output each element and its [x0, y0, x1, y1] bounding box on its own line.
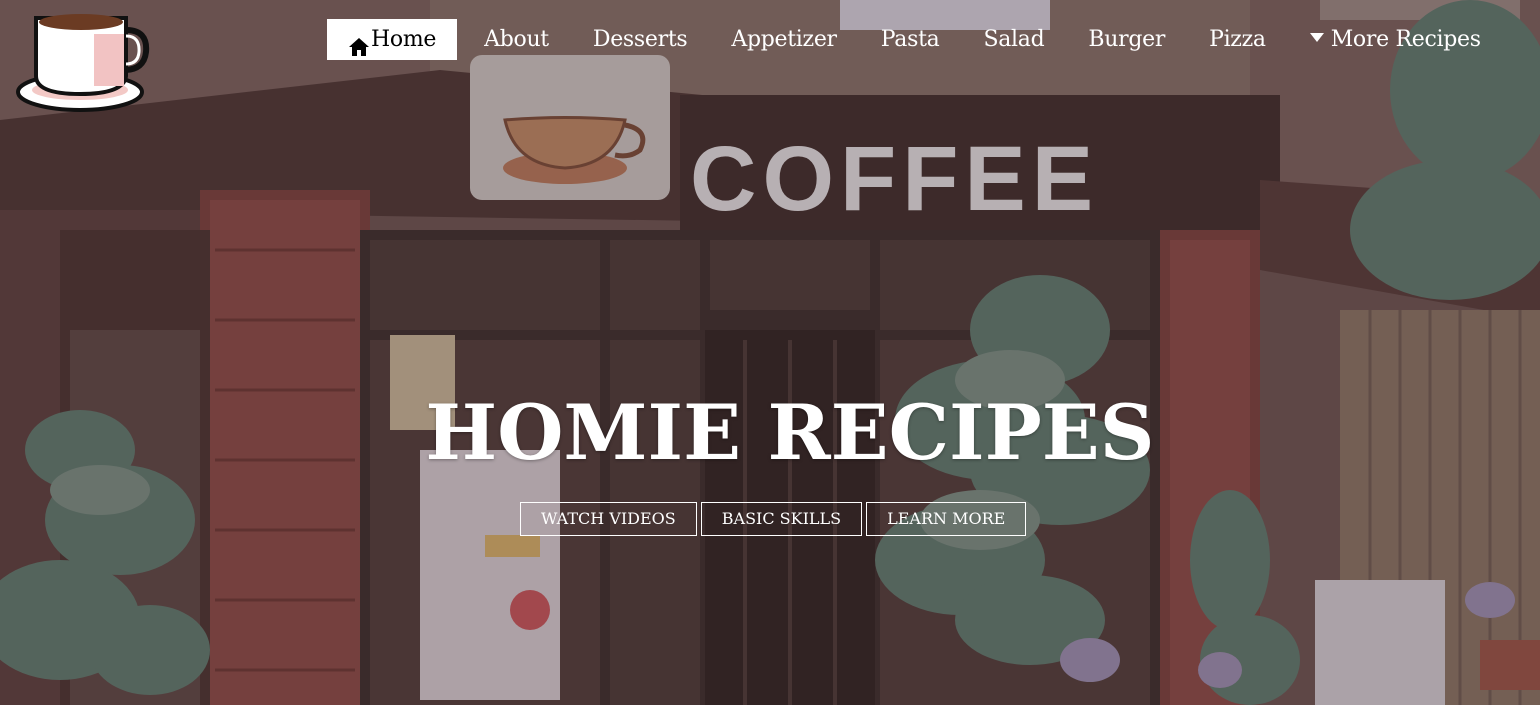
home-icon: [348, 30, 370, 56]
nav-item-more-recipes[interactable]: More Recipes: [1288, 19, 1481, 60]
nav-item-appetizer[interactable]: Appetizer: [709, 19, 858, 60]
nav-item-burger[interactable]: Burger: [1066, 19, 1187, 60]
main-nav: Home About Desserts Appetizer Pasta Sala…: [327, 19, 1481, 60]
nav-item-pizza[interactable]: Pizza: [1187, 19, 1288, 60]
caret-down-icon: [1309, 33, 1324, 42]
nav-item-label: More Recipes: [1330, 27, 1481, 52]
hero-actions: WATCH VIDEOS BASIC SKILLS LEARN MORE: [520, 502, 1027, 536]
nav-item-pasta[interactable]: Pasta: [859, 19, 962, 60]
storefront-illustration: COFFEE: [0, 0, 1540, 705]
hero-background: COFFEE: [0, 0, 1540, 705]
basic-skills-button[interactable]: BASIC SKILLS: [700, 502, 863, 536]
coffee-cup-icon: [16, 14, 150, 112]
page-title: HOMIE RECIPES: [425, 388, 1155, 477]
nav-item-about[interactable]: About: [457, 19, 571, 60]
nav-item-desserts[interactable]: Desserts: [571, 19, 710, 60]
nav-item-label: Home: [371, 27, 437, 52]
learn-more-button[interactable]: LEARN MORE: [866, 502, 1027, 536]
nav-item-salad[interactable]: Salad: [961, 19, 1066, 60]
watch-videos-button[interactable]: WATCH VIDEOS: [520, 502, 697, 536]
coffee-cup-logo[interactable]: [14, 4, 150, 116]
nav-item-home[interactable]: Home: [327, 19, 458, 60]
